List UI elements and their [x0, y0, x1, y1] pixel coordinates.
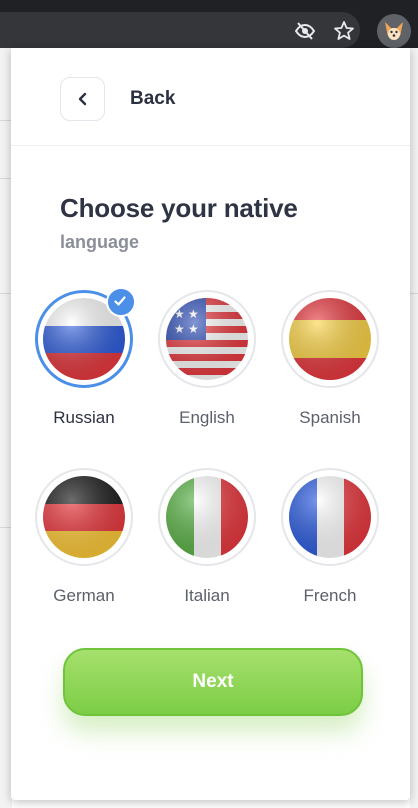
popup-header: Back [11, 48, 410, 146]
language-option-russian[interactable]: Russian [29, 287, 139, 428]
language-option-german[interactable]: German [29, 468, 139, 606]
page-subtitle: language [60, 232, 140, 252]
background-right-edge [410, 48, 418, 808]
language-label: French [303, 586, 357, 605]
next-button[interactable]: Next [63, 648, 363, 716]
extension-avatar-icon[interactable] [377, 14, 411, 48]
page-title: Choose your native [60, 193, 298, 223]
france-flag-icon [281, 468, 379, 566]
checkmark-icon [106, 287, 136, 317]
germany-flag-icon [35, 468, 133, 566]
background-divider [410, 293, 418, 294]
spain-flag-icon [281, 290, 379, 388]
usa-flag-icon: ★ ★ ★ ★ [158, 290, 256, 388]
language-label: Italian [184, 586, 230, 605]
chevron-left-icon [78, 92, 86, 106]
russia-flag-icon [35, 287, 136, 388]
language-option-italian[interactable]: Italian [152, 468, 262, 606]
language-label: English [179, 408, 235, 427]
star-icon[interactable] [333, 20, 355, 42]
back-label[interactable]: Back [130, 88, 175, 110]
eye-off-icon[interactable] [294, 20, 316, 42]
italy-flag-icon [158, 468, 256, 566]
language-label: German [53, 586, 115, 605]
language-option-english[interactable]: ★ ★ ★ ★ English [152, 290, 262, 428]
language-label: Spanish [299, 408, 361, 427]
language-label: Russian [53, 408, 115, 427]
back-button[interactable] [60, 77, 105, 121]
language-picker-popup: Back Choose your native language Russian [11, 48, 410, 800]
language-option-french[interactable]: French [275, 468, 385, 606]
language-option-spanish[interactable]: Spanish [275, 290, 385, 428]
